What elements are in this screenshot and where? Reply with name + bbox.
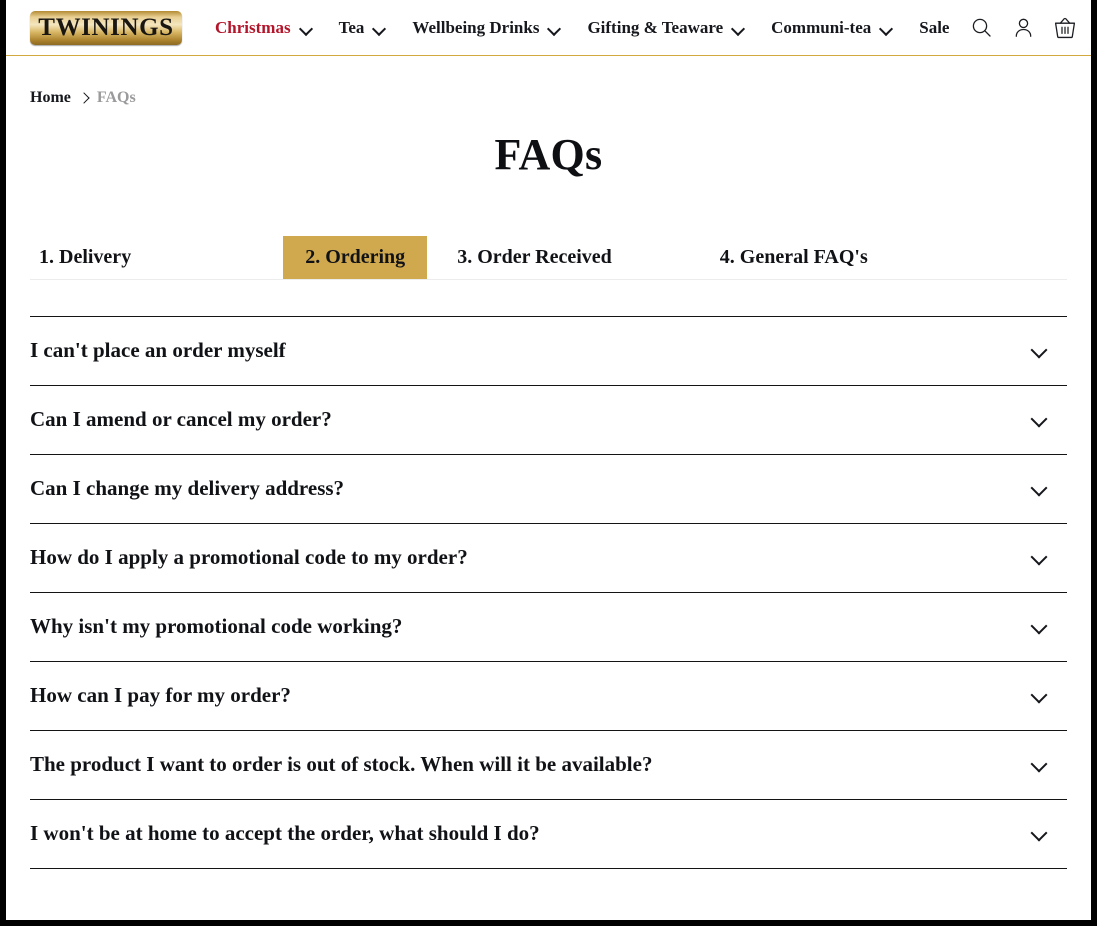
nav-item-wellbeing-drinks[interactable]: Wellbeing Drinks [399,19,574,36]
chevron-right-icon [80,94,88,102]
tab-label: 1. Delivery [39,246,131,269]
nav-item-christmas[interactable]: Christmas [202,19,326,36]
faq-accordion: I can't place an order myself Can I amen… [30,316,1067,869]
faq-question: Can I amend or cancel my order? [30,408,332,431]
chevron-down-icon[interactable] [1029,478,1051,500]
faq-question: I can't place an order myself [30,339,286,362]
tab-spacer [427,236,435,279]
chevron-down-icon[interactable] [1029,409,1051,431]
faq-question: Can I change my delivery address? [30,477,344,500]
faq-question: How do I apply a promotional code to my … [30,546,468,569]
faq-item[interactable]: Can I amend or cancel my order? [30,386,1067,455]
faq-item[interactable]: How do I apply a promotional code to my … [30,524,1067,593]
faq-item[interactable]: Why isn't my promotional code working? [30,593,1067,662]
faq-category-tabs-wrapper: 1. Delivery 2. Ordering 3. Order Receive… [6,236,1091,280]
nav-item-label: Wellbeing Drinks [412,19,539,36]
chevron-down-icon[interactable] [1029,547,1051,569]
chevron-down-icon[interactable] [1029,340,1051,362]
tab-spacer [634,236,698,279]
twinings-logo[interactable]: TWININGS [30,11,182,45]
tab-label: 4. General FAQ's [720,246,868,269]
nav-item-gifting-teaware[interactable]: Gifting & Teaware [574,19,758,36]
chevron-down-icon[interactable] [1029,685,1051,707]
tab-ordering[interactable]: 2. Ordering [283,236,427,279]
chevron-down-icon [880,24,893,32]
chevron-down-icon [732,24,745,32]
header-icon-group [968,15,1084,41]
tab-order-received[interactable]: 3. Order Received [435,236,634,279]
breadcrumb-item-faqs: FAQs [97,89,136,107]
faq-category-tabs: 1. Delivery 2. Ordering 3. Order Receive… [30,236,1067,280]
main-navigation: Christmas Tea Wellbeing Drinks Gifting &… [202,19,962,36]
chevron-down-icon[interactable] [1029,754,1051,776]
breadcrumb-item-home[interactable]: Home [30,89,71,107]
chevron-down-icon [548,24,561,32]
tab-label: 2. Ordering [305,246,405,269]
tab-label: 3. Order Received [457,246,612,269]
chevron-down-icon[interactable] [1029,616,1051,638]
faq-item[interactable]: I can't place an order myself [30,317,1067,386]
brand-logo-text: TWININGS [38,15,173,40]
page-title: FAQs [6,129,1091,180]
account-icon[interactable] [1010,15,1036,41]
tab-spacer [153,236,283,279]
nav-item-label: Communi-tea [771,19,871,36]
search-icon[interactable] [968,15,994,41]
faq-item[interactable]: I won't be at home to accept the order, … [30,800,1067,869]
nav-item-sale[interactable]: Sale [906,19,962,36]
chevron-down-icon [300,24,313,32]
nav-item-label: Sale [919,19,949,36]
chevron-down-icon [373,24,386,32]
breadcrumb: Home FAQs [6,56,1091,107]
tab-general-faqs[interactable]: 4. General FAQ's [698,236,890,279]
faq-item[interactable]: Can I change my delivery address? [30,455,1067,524]
faq-item[interactable]: The product I want to order is out of st… [30,731,1067,800]
faq-question: Why isn't my promotional code working? [30,615,402,638]
nav-item-label: Tea [339,19,365,36]
faq-question: How can I pay for my order? [30,684,291,707]
faq-question: I won't be at home to accept the order, … [30,822,540,845]
browser-viewport: TWININGS Christmas Tea Wellbeing Drinks … [0,0,1097,926]
page-canvas: TWININGS Christmas Tea Wellbeing Drinks … [6,0,1091,920]
nav-item-label: Gifting & Teaware [587,19,723,36]
nav-item-label: Christmas [215,19,291,36]
faq-item[interactable]: How can I pay for my order? [30,662,1067,731]
faq-question: The product I want to order is out of st… [30,753,652,776]
tab-delivery[interactable]: 1. Delivery [30,236,153,279]
site-header: TWININGS Christmas Tea Wellbeing Drinks … [6,0,1091,56]
nav-item-tea[interactable]: Tea [326,19,400,36]
basket-icon[interactable] [1052,15,1078,41]
nav-item-communi-tea[interactable]: Communi-tea [758,19,906,36]
chevron-down-icon[interactable] [1029,823,1051,845]
